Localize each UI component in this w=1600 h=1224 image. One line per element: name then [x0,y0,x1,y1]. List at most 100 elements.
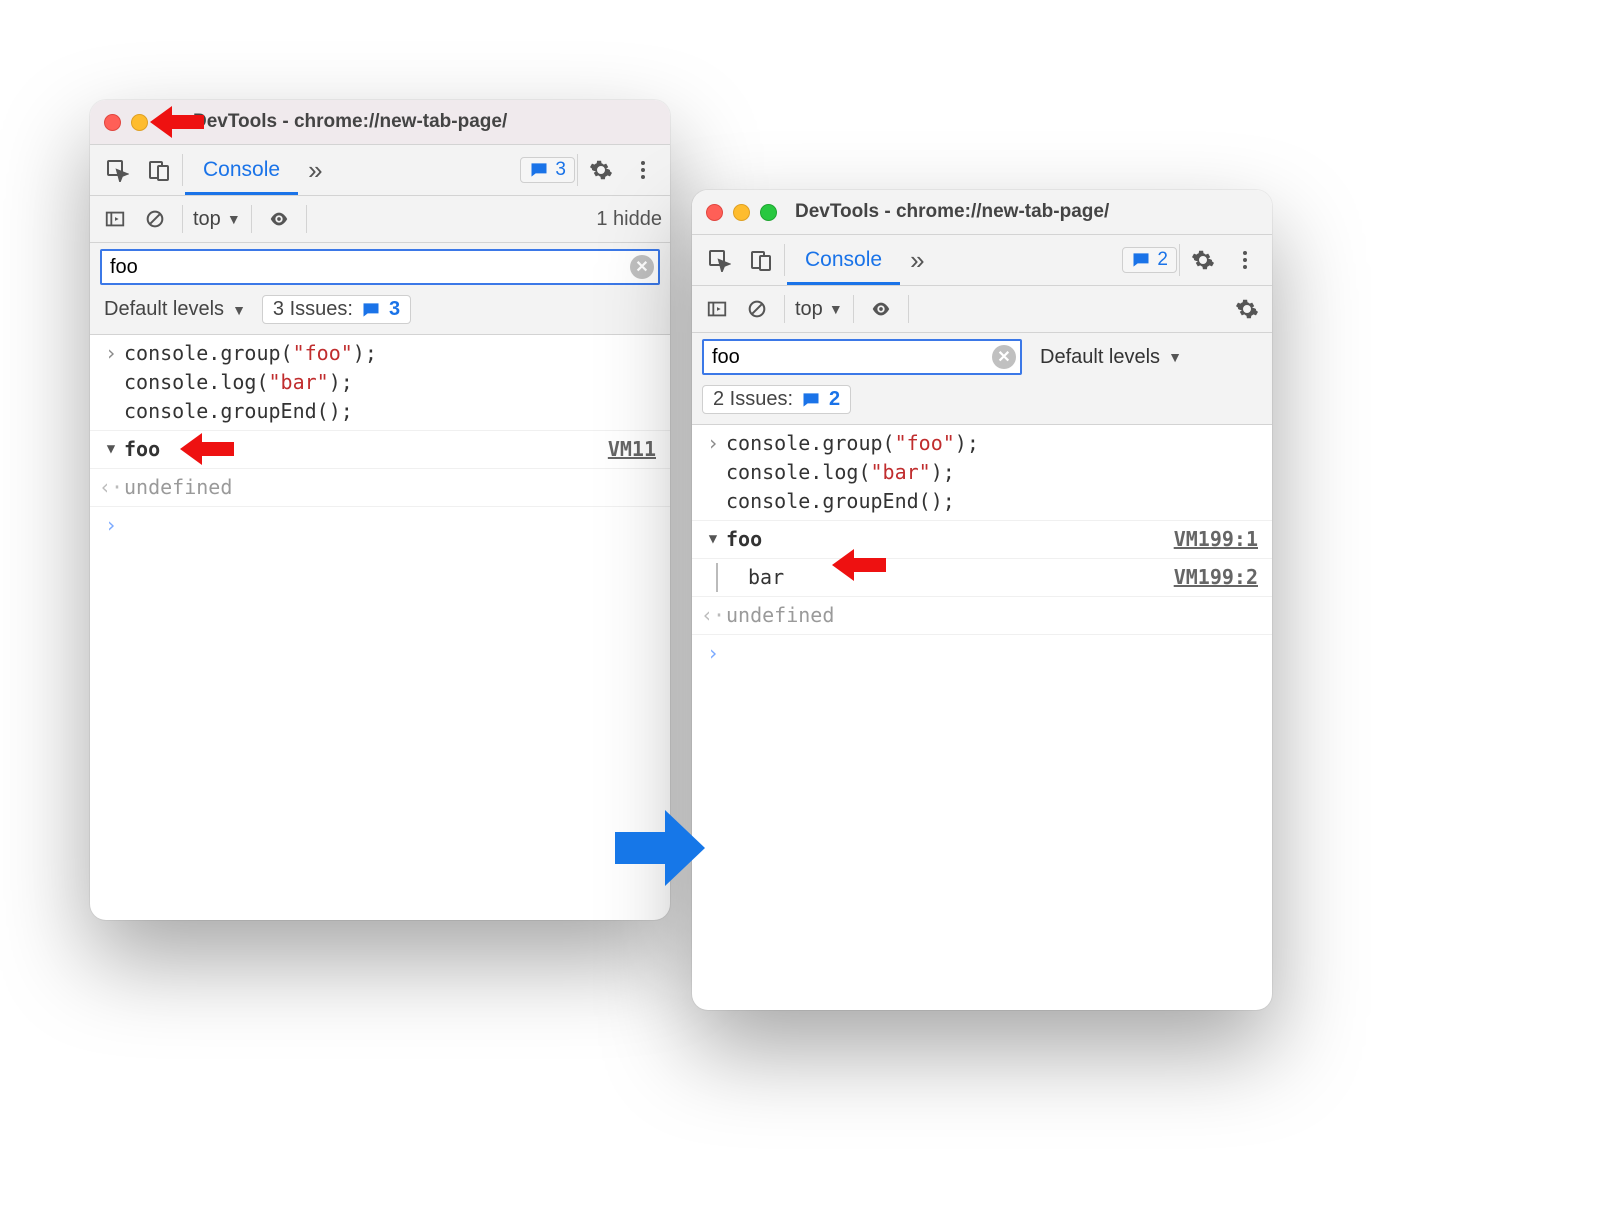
disclosure-triangle-icon[interactable]: ▼ [700,529,726,549]
more-tabs-icon[interactable]: » [298,155,332,186]
console-output: › console.group("foo"); console.log("bar… [90,335,670,544]
inspect-element-icon[interactable] [96,149,138,191]
console-group-header[interactable]: ▼ foo VM199:1 [692,521,1272,559]
log-levels-label: Default levels [104,298,224,321]
issues-chip-label: 2 Issues: [713,388,793,411]
console-sidebar-icon[interactable] [700,292,734,326]
context-selector[interactable]: top ▼ [193,208,241,231]
issues-badge-count: 2 [1157,249,1168,271]
window-title: DevTools - chrome://new-tab-page/ [795,201,1109,223]
child-text: bar [748,563,1174,592]
source-link[interactable]: VM11 [608,435,662,464]
console-prompt-row[interactable]: › [692,635,1272,672]
clear-console-icon[interactable] [740,292,774,326]
chevron-down-icon: ▼ [829,301,843,317]
undefined-label: undefined [726,601,1264,630]
tab-label: Console [805,248,882,272]
chevron-down-icon: ▼ [227,211,241,227]
disclosure-triangle-icon[interactable]: ▼ [98,439,124,459]
minimize-icon[interactable] [131,114,148,131]
close-icon[interactable] [706,204,723,221]
device-toolbar-icon[interactable] [740,239,782,281]
console-group-child: bar VM199:2 [692,559,1272,597]
inspect-element-icon[interactable] [698,239,740,281]
clear-console-icon[interactable] [138,202,172,236]
console-subbar: top ▼ 1 hidde [90,196,670,243]
group-label: foo [726,525,762,554]
kebab-menu-icon[interactable] [622,149,664,191]
clear-filter-icon[interactable]: ✕ [630,255,654,279]
hidden-count-label: 1 hidde [596,208,662,231]
log-levels-label: Default levels [1040,346,1160,369]
log-levels-selector[interactable]: Default levels ▼ [1036,344,1186,371]
zoom-icon[interactable] [158,114,175,131]
titlebar: DevTools - chrome://new-tab-page/ [90,100,670,145]
chevron-down-icon: ▼ [232,302,246,318]
minimize-icon[interactable] [733,204,750,221]
filter-row: ✕ [90,243,670,291]
issues-chip[interactable]: 2 Issues: 2 [702,385,851,414]
issues-chip-label: 3 Issues: [273,298,353,321]
window-title: DevTools - chrome://new-tab-page/ [193,111,507,133]
filter-input[interactable] [702,339,1022,375]
console-group-header[interactable]: ▼ foo VM11 [90,431,670,469]
code-block: console.group("foo"); console.log("bar")… [124,339,662,426]
console-output: › console.group("foo"); console.log("bar… [692,425,1272,672]
console-prompt-row[interactable]: › [90,507,670,544]
console-settings-icon[interactable] [1230,292,1264,326]
context-selector[interactable]: top ▼ [795,298,843,321]
tab-strip: Console » 3 [90,145,670,196]
chip-row: Default levels ▼ 3 Issues: 3 [90,291,670,335]
prompt-chevron-icon: › [700,639,726,668]
tab-strip: Console » 2 [692,235,1272,286]
prompt-input[interactable] [726,639,1264,668]
traffic-lights [104,114,175,131]
close-icon[interactable] [104,114,121,131]
devtools-window-left: DevTools - chrome://new-tab-page/ Consol… [90,100,670,920]
context-label: top [795,298,823,321]
filter-field: ✕ [100,249,660,285]
undefined-label: undefined [124,473,662,502]
filter-field: ✕ [702,339,1022,375]
zoom-icon[interactable] [760,204,777,221]
clear-filter-icon[interactable]: ✕ [992,345,1016,369]
settings-icon[interactable] [580,149,622,191]
issues-badge-count: 3 [555,159,566,181]
input-chevron-icon: › [700,429,726,516]
prompt-chevron-icon: › [98,511,124,540]
titlebar: DevTools - chrome://new-tab-page/ [692,190,1272,235]
output-chevron-icon: ‹· [98,473,124,502]
issues-chip-count: 3 [389,298,400,321]
more-tabs-icon[interactable]: » [900,245,934,276]
live-expressions-icon[interactable] [864,292,898,326]
tab-console[interactable]: Console [185,145,298,195]
context-label: top [193,208,221,231]
settings-icon[interactable] [1182,239,1224,281]
prompt-input[interactable] [124,511,662,540]
group-label: foo [124,435,160,464]
chip-row: 2 Issues: 2 [692,381,1272,425]
input-chevron-icon: › [98,339,124,426]
traffic-lights [706,204,777,221]
issues-chip[interactable]: 3 Issues: 3 [262,295,411,324]
console-sidebar-icon[interactable] [98,202,132,236]
code-block: console.group("foo"); console.log("bar")… [726,429,1264,516]
log-levels-selector[interactable]: Default levels ▼ [100,296,250,323]
chevron-down-icon: ▼ [1168,349,1182,365]
tab-console[interactable]: Console [787,235,900,285]
group-tree-line [716,563,742,592]
device-toolbar-icon[interactable] [138,149,180,191]
console-result-row: ‹· undefined [692,597,1272,635]
live-expressions-icon[interactable] [262,202,296,236]
issues-badge[interactable]: 3 [520,157,575,183]
output-chevron-icon: ‹· [700,601,726,630]
console-input-row: › console.group("foo"); console.log("bar… [692,425,1272,521]
source-link[interactable]: VM199:2 [1174,563,1264,592]
filter-input[interactable] [100,249,660,285]
source-link[interactable]: VM199:1 [1174,525,1264,554]
issues-badge[interactable]: 2 [1122,247,1177,273]
filter-row: ✕ Default levels ▼ [692,333,1272,381]
console-subbar: top ▼ [692,286,1272,333]
kebab-menu-icon[interactable] [1224,239,1266,281]
annotation-arrow-icon [180,431,234,467]
